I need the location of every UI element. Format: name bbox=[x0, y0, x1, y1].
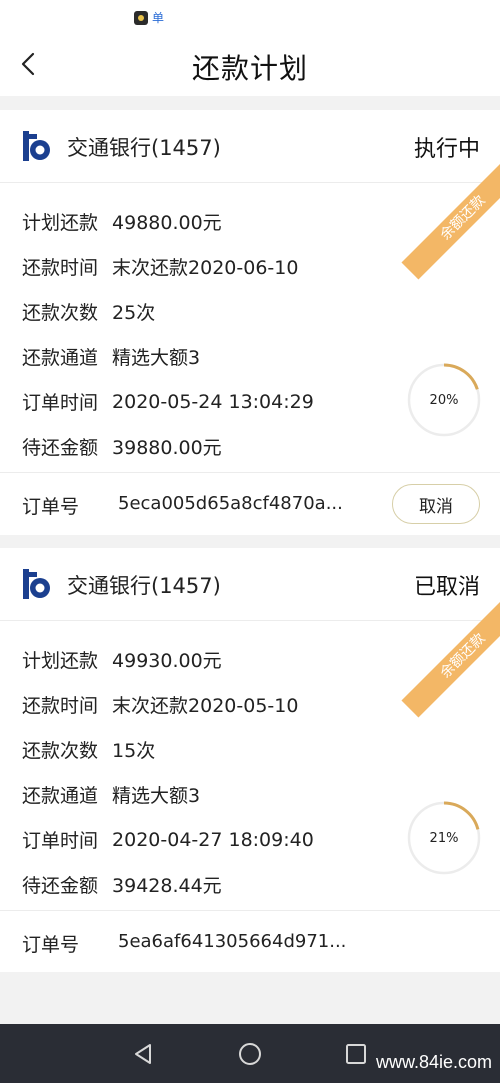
info-label: 还款时间 bbox=[22, 695, 99, 717]
info-list: 计划还款 49880.00元 还款时间 末次还款2020-06-10 还款次数 … bbox=[22, 199, 314, 469]
order-row: 订单号 5eca005d65a8cf4870a... 取消 bbox=[0, 472, 500, 534]
info-value: 49880.00元 bbox=[112, 212, 222, 234]
status-bar: 单 bbox=[0, 0, 500, 30]
info-row-plan-amount: 计划还款 49930.00元 bbox=[22, 637, 314, 682]
order-row: 订单号 5ea6af641305664d971... bbox=[0, 910, 500, 972]
bank-name: 交通银行(1457) bbox=[67, 136, 221, 160]
info-row-channel: 还款通道 精选大额3 bbox=[22, 772, 314, 817]
cancel-button[interactable]: 取消 bbox=[392, 484, 480, 524]
message-icon: 单 bbox=[152, 11, 165, 25]
info-row-remaining: 待还金额 39880.00元 bbox=[22, 424, 314, 469]
info-label: 还款通道 bbox=[22, 347, 99, 369]
info-row-remaining: 待还金额 39428.44元 bbox=[22, 862, 314, 907]
info-value: 精选大额3 bbox=[112, 785, 201, 807]
info-row-channel: 还款通道 精选大额3 bbox=[22, 334, 314, 379]
progress-text: 21% bbox=[429, 830, 459, 846]
info-row-repay-time: 还款时间 末次还款2020-05-10 bbox=[22, 682, 314, 727]
info-value: 2020-05-24 13:04:29 bbox=[112, 390, 314, 413]
bank-name: 交通银行(1457) bbox=[67, 574, 221, 598]
card-header: 交通银行(1457) 执行中 bbox=[0, 110, 500, 183]
plan-status: 执行中 bbox=[413, 137, 480, 162]
info-list: 计划还款 49930.00元 还款时间 末次还款2020-05-10 还款次数 … bbox=[22, 637, 314, 907]
info-value: 末次还款2020-06-10 bbox=[112, 257, 299, 279]
plan-card[interactable]: 交通银行(1457) 执行中 余额还款 计划还款 49880.00元 还款时间 … bbox=[0, 110, 500, 535]
info-row-order-time: 订单时间 2020-04-27 18:09:40 bbox=[22, 817, 314, 862]
square-recent-icon[interactable] bbox=[342, 1040, 370, 1068]
watermark: www.84ie.com bbox=[375, 1052, 492, 1072]
info-label: 待还金额 bbox=[22, 875, 99, 897]
info-row-order-time: 订单时间 2020-05-24 13:04:29 bbox=[22, 379, 314, 424]
info-label: 还款次数 bbox=[22, 302, 99, 324]
info-label: 还款次数 bbox=[22, 740, 99, 762]
circle-home-icon[interactable] bbox=[236, 1040, 264, 1068]
progress-text: 20% bbox=[429, 392, 459, 408]
info-value: 精选大额3 bbox=[112, 347, 201, 369]
app-icon bbox=[134, 11, 148, 25]
bank-logo-icon bbox=[23, 569, 50, 599]
info-label: 计划还款 bbox=[22, 212, 99, 234]
order-label: 订单号 bbox=[22, 496, 80, 518]
info-value: 49930.00元 bbox=[112, 650, 222, 672]
info-row-repay-time: 还款时间 末次还款2020-06-10 bbox=[22, 244, 314, 289]
info-value: 39428.44元 bbox=[112, 875, 222, 897]
info-label: 订单时间 bbox=[22, 392, 99, 414]
header: 还款计划 bbox=[0, 30, 500, 96]
info-label: 计划还款 bbox=[22, 650, 99, 672]
info-label: 还款时间 bbox=[22, 257, 99, 279]
bank-logo-icon bbox=[23, 131, 50, 161]
plan-card[interactable]: 交通银行(1457) 已取消 余额还款 计划还款 49930.00元 还款时间 … bbox=[0, 548, 500, 972]
triangle-back-icon[interactable] bbox=[130, 1040, 158, 1068]
info-row-repay-count: 还款次数 15次 bbox=[22, 727, 314, 772]
page-title: 还款计划 bbox=[191, 52, 308, 85]
progress-ring: 21% bbox=[406, 800, 482, 876]
order-label: 订单号 bbox=[22, 934, 80, 956]
info-label: 待还金额 bbox=[22, 437, 99, 459]
progress-ring: 20% bbox=[406, 362, 482, 438]
info-value: 39880.00元 bbox=[112, 437, 222, 459]
info-value: 2020-04-27 18:09:40 bbox=[112, 828, 314, 851]
info-row-repay-count: 还款次数 25次 bbox=[22, 289, 314, 334]
system-nav-bar: www.84ie.com bbox=[0, 1024, 500, 1083]
info-label: 还款通道 bbox=[22, 785, 99, 807]
order-number: 5eca005d65a8cf4870a... bbox=[118, 493, 343, 514]
info-value: 25次 bbox=[112, 302, 156, 324]
plan-status: 已取消 bbox=[413, 575, 480, 600]
order-number: 5ea6af641305664d971... bbox=[118, 931, 347, 952]
info-value: 末次还款2020-05-10 bbox=[112, 695, 299, 717]
info-label: 订单时间 bbox=[22, 830, 99, 852]
info-row-plan-amount: 计划还款 49880.00元 bbox=[22, 199, 314, 244]
info-value: 15次 bbox=[112, 740, 156, 762]
card-header: 交通银行(1457) 已取消 bbox=[0, 548, 500, 621]
